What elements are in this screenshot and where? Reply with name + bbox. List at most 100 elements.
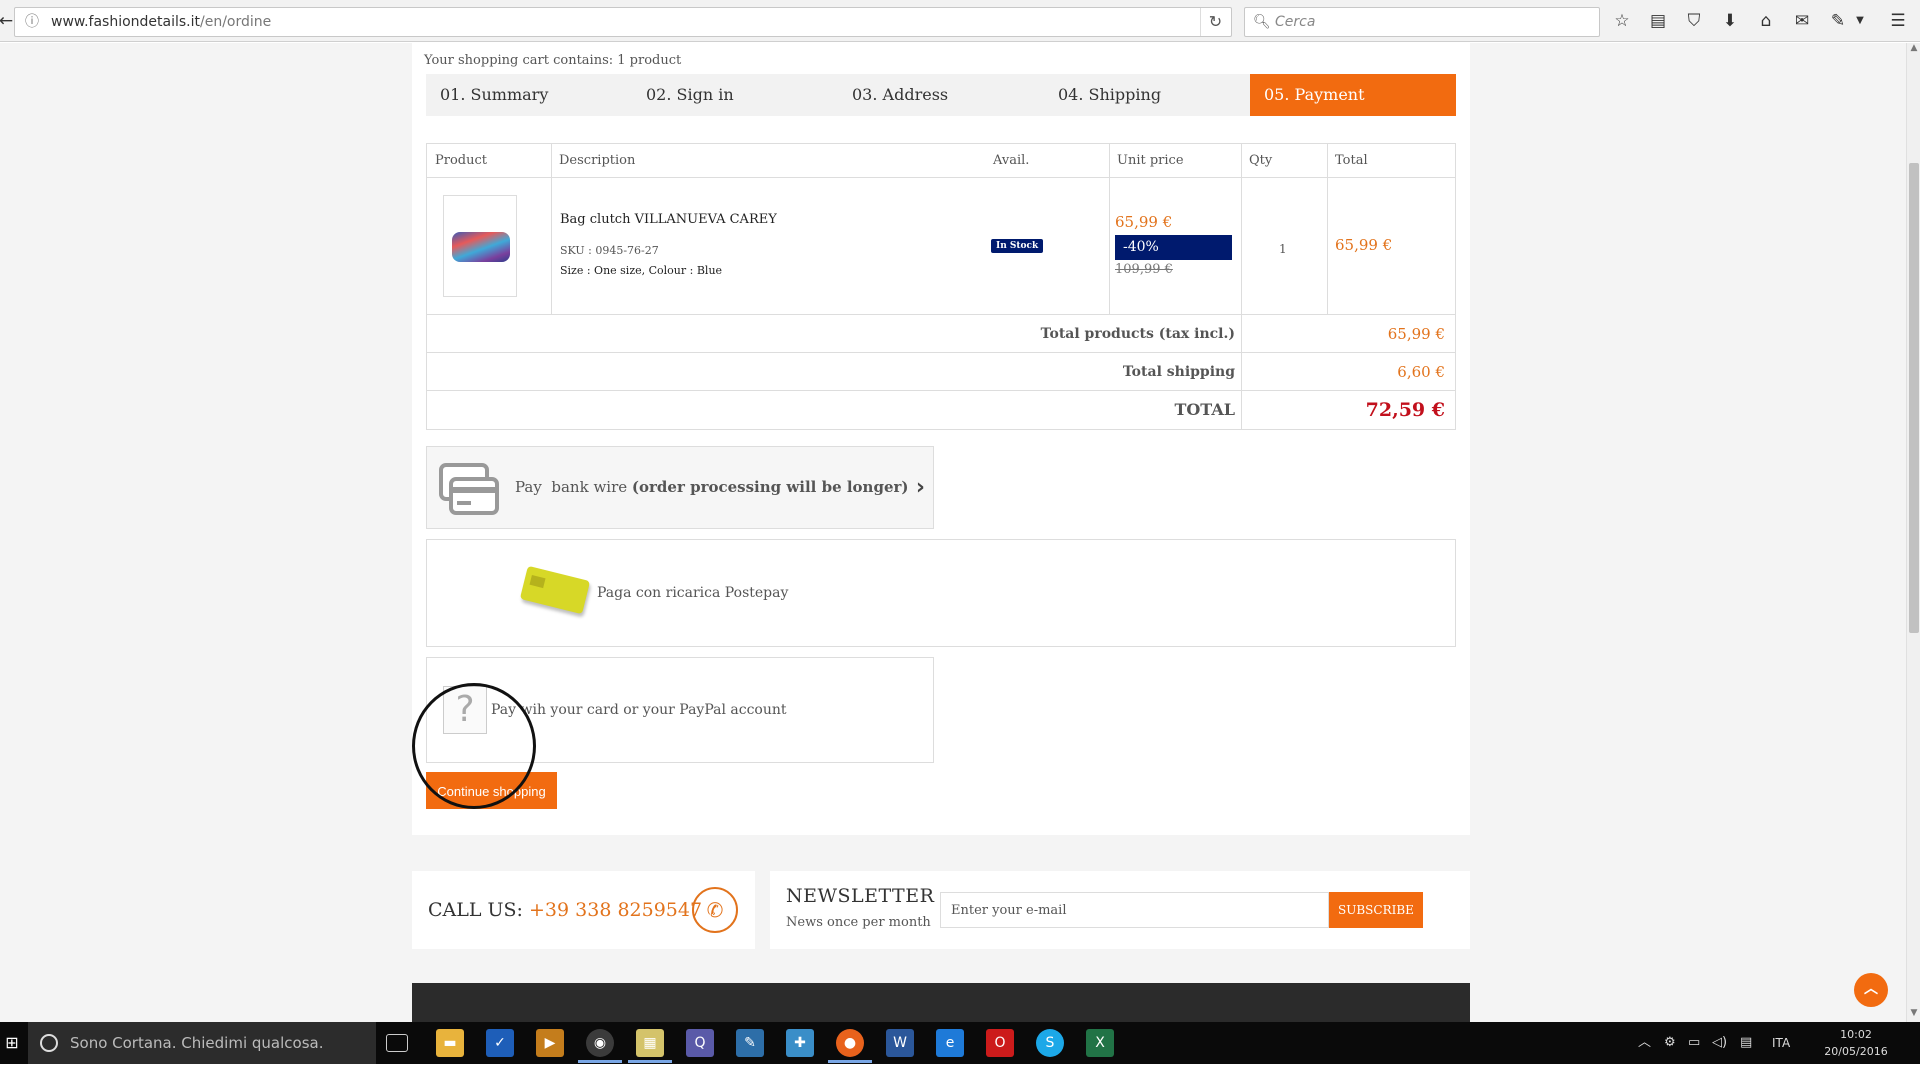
- chevron-down-icon[interactable]: ▼: [1848, 9, 1872, 33]
- scroll-up-icon[interactable]: ▲: [1908, 43, 1920, 57]
- skype-icon[interactable]: S: [1036, 1029, 1064, 1057]
- file-explorer-icon[interactable]: ▬: [436, 1029, 464, 1057]
- excel-icon[interactable]: X: [1086, 1029, 1114, 1057]
- url-path: /en/ordine: [200, 14, 272, 30]
- screen-bottom-margin: [0, 1064, 1920, 1080]
- info-icon[interactable]: ⓘ: [25, 8, 39, 36]
- reading-list-icon[interactable]: ▤: [1646, 9, 1670, 33]
- home-icon[interactable]: ⌂: [1754, 9, 1778, 33]
- product-thumbnail[interactable]: [443, 195, 517, 297]
- internet-explorer-icon[interactable]: e: [936, 1029, 964, 1057]
- newsletter-box: NEWSLETTER News once per month SUBSCRIBE: [770, 871, 1470, 949]
- pocket-icon[interactable]: ⛉: [1682, 9, 1706, 33]
- table-row: Bag clutch VILLANUEVA CAREY SKU : 0945-7…: [427, 178, 1455, 315]
- app-puzzle-icon[interactable]: ✚: [786, 1029, 814, 1057]
- downloads-icon[interactable]: ⬇: [1718, 9, 1742, 33]
- clock[interactable]: 10:02 20/05/2016: [1816, 1026, 1896, 1060]
- subscribe-button[interactable]: SUBSCRIBE: [1329, 892, 1423, 928]
- network-icon[interactable]: ⚙: [1664, 1022, 1676, 1064]
- cortana-text: Sono Cortana. Chiedimi qualcosa.: [70, 1034, 324, 1052]
- phone-number[interactable]: +39 338 8259547: [529, 899, 702, 921]
- volume-icon[interactable]: ◁): [1712, 1022, 1727, 1064]
- windows-start-icon[interactable]: ⊞: [0, 1022, 24, 1064]
- col-description: Description: [559, 153, 636, 168]
- clock-time: 10:02: [1840, 1028, 1872, 1041]
- app-q-icon[interactable]: Q: [686, 1029, 714, 1057]
- call-us-text: CALL US: +39 338 8259547: [428, 899, 703, 921]
- notifications-icon[interactable]: ▤: [1740, 1022, 1752, 1064]
- col-product: Product: [435, 153, 487, 168]
- notes-icon[interactable]: ▦: [636, 1029, 664, 1057]
- bookmark-star-icon[interactable]: ☆: [1610, 9, 1634, 33]
- chat-icon[interactable]: ✉: [1790, 9, 1814, 33]
- col-total: Total: [1335, 153, 1368, 168]
- checkout-steps: 01. Summary 02. Sign in 03. Address 04. …: [426, 74, 1456, 116]
- cart-summary-text: Your shopping cart contains: 1 product: [424, 53, 682, 68]
- footer-dark-band: [412, 983, 1470, 1022]
- app-feather-icon[interactable]: ✎: [736, 1029, 764, 1057]
- newsletter-title: NEWSLETTER: [786, 885, 935, 907]
- email-field[interactable]: [940, 892, 1329, 928]
- cart-table: Product Description Avail. Unit price Qt…: [426, 143, 1456, 430]
- step-payment[interactable]: 05. Payment: [1250, 74, 1456, 116]
- pay-postepay-option[interactable]: Paga con ricarica Postepay: [426, 539, 1456, 647]
- newsletter-subtitle: News once per month: [786, 915, 931, 930]
- step-shipping[interactable]: 04. Shipping: [1044, 74, 1250, 116]
- page-scrollbar[interactable]: ▲ ▼: [1906, 43, 1920, 1022]
- total-shipping-label: Total shipping: [1122, 364, 1235, 380]
- step-address[interactable]: 03. Address: [838, 74, 1044, 116]
- credit-card-icon: [439, 463, 499, 515]
- word-icon[interactable]: W: [886, 1029, 914, 1057]
- product-name[interactable]: Bag clutch VILLANUEVA CAREY: [560, 212, 777, 227]
- postepay-label: Paga con ricarica Postepay: [597, 585, 789, 601]
- pay-bankwire-option[interactable]: Pay bank wire (order processing will be …: [426, 446, 934, 529]
- search-icon: 🔍︎: [1253, 14, 1271, 30]
- scroll-thumb[interactable]: [1909, 163, 1919, 633]
- language-indicator[interactable]: ITA: [1772, 1022, 1790, 1064]
- reload-icon[interactable]: ↻: [1200, 8, 1230, 36]
- grand-total-label: TOTAL: [1174, 400, 1235, 419]
- scroll-to-top-icon[interactable]: ︿: [1854, 973, 1888, 1007]
- menu-icon[interactable]: ☰: [1886, 9, 1910, 33]
- firefox-icon[interactable]: ●: [836, 1029, 864, 1057]
- browser-toolbar: ← ⓘ www.fashiondetails.it/en/ordine ↻ 🔍︎…: [0, 0, 1920, 42]
- summary-row-shipping: Total shipping 6,60 €: [427, 353, 1455, 391]
- bankwire-label: Pay bank wire (order processing will be …: [515, 478, 909, 496]
- chevron-up-icon[interactable]: ︿: [1638, 1022, 1651, 1064]
- chrome-icon[interactable]: ◉: [586, 1029, 614, 1057]
- total-shipping-value: 6,60 €: [1397, 363, 1445, 381]
- postepay-card-icon: [519, 565, 591, 615]
- media-player-icon[interactable]: ▶: [536, 1029, 564, 1057]
- step-sign-in[interactable]: 02. Sign in: [632, 74, 838, 116]
- unit-price: 65,99 €: [1115, 213, 1173, 231]
- status-badge: In Stock: [991, 239, 1044, 253]
- search-input[interactable]: 🔍︎ Cerca: [1244, 7, 1600, 37]
- col-availability: Avail.: [993, 153, 1030, 168]
- step-summary[interactable]: 01. Summary: [426, 74, 632, 116]
- line-total: 65,99 €: [1335, 236, 1393, 254]
- search-placeholder: Cerca: [1275, 14, 1316, 30]
- table-header: Product Description Avail. Unit price Qt…: [427, 144, 1455, 178]
- grand-total-value: 72,59 €: [1365, 399, 1445, 421]
- quantity: 1: [1279, 242, 1287, 256]
- summary-row-products: Total products (tax incl.) 65,99 €: [427, 315, 1455, 353]
- web-page: Your shopping cart contains: 1 product 0…: [0, 43, 1906, 1022]
- cortana-search[interactable]: Sono Cortana. Chiedimi qualcosa.: [28, 1022, 376, 1064]
- call-us-box: CALL US: +39 338 8259547 ✆: [412, 871, 755, 949]
- phone-icon: ✆: [692, 887, 738, 933]
- annotation-circle: [412, 683, 536, 809]
- total-products-value: 65,99 €: [1387, 325, 1445, 343]
- display-icon[interactable]: ▭: [1688, 1022, 1700, 1064]
- checkout-content: Your shopping cart contains: 1 product 0…: [412, 43, 1470, 835]
- old-price: 109,99 €: [1115, 262, 1173, 277]
- opera-icon[interactable]: O: [986, 1029, 1014, 1057]
- system-tray: ︿ ⚙ ▭ ◁) ▤ ITA 10:02 20/05/2016: [1630, 1022, 1920, 1064]
- url-domain: www.fashiondetails.it: [51, 14, 200, 30]
- extension-icon[interactable]: ✎: [1826, 9, 1850, 33]
- url-bar[interactable]: ⓘ www.fashiondetails.it/en/ordine: [14, 7, 1232, 37]
- col-unit-price: Unit price: [1117, 153, 1184, 168]
- total-products-label: Total products (tax incl.): [1040, 326, 1235, 342]
- task-view-icon[interactable]: [386, 1034, 408, 1052]
- mail-icon[interactable]: ✓: [486, 1029, 514, 1057]
- scroll-down-icon[interactable]: ▼: [1908, 1008, 1920, 1022]
